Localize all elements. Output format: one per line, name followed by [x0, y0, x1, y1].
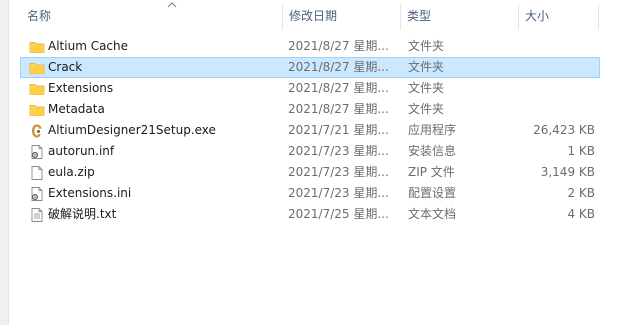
- column-header-date[interactable]: 修改日期: [282, 0, 400, 32]
- file-row[interactable]: Extensions 2021/8/27 星期... 文件夹: [20, 78, 600, 99]
- file-type: 文件夹: [408, 39, 445, 53]
- file-size: [524, 37, 595, 56]
- file-type: 配置设置: [408, 186, 457, 200]
- file-type: 安装信息: [408, 144, 457, 158]
- file-date: 2021/8/27 星期...: [288, 60, 389, 74]
- folder-icon: [29, 102, 45, 118]
- folder-icon: [29, 60, 45, 76]
- column-header-bar: 名称 修改日期 类型 大小: [20, 0, 600, 32]
- settings-file-icon: [29, 186, 45, 202]
- file-date: 2021/7/25 星期...: [288, 207, 389, 221]
- settings-file-icon: [29, 144, 45, 160]
- file-explorer-window: 名称 修改日期 类型 大小 Altium Cache 2021/8/27 星期.…: [0, 0, 634, 325]
- file-date: 2021/7/23 星期...: [288, 186, 389, 200]
- file-row[interactable]: AltiumDesigner21Setup.exe 2021/7/21 星期..…: [20, 120, 600, 141]
- file-size: 4 KB: [567, 207, 595, 221]
- column-divider[interactable]: [598, 4, 599, 30]
- file-date: 2021/7/21 星期...: [288, 123, 389, 137]
- file-date: 2021/7/23 星期...: [288, 144, 389, 158]
- file-row[interactable]: autorun.inf 2021/7/23 星期... 安装信息 1 KB: [20, 141, 600, 162]
- file-name: Extensions.ini: [48, 186, 132, 200]
- folder-icon: [29, 39, 45, 55]
- file-type: 文件夹: [408, 81, 445, 95]
- file-name: Metadata: [48, 102, 105, 116]
- file-size: [524, 79, 595, 98]
- altium-app-icon: [29, 123, 45, 139]
- text-file-icon: [29, 207, 45, 223]
- file-row[interactable]: Altium Cache 2021/8/27 星期... 文件夹: [20, 36, 600, 57]
- file-name: eula.zip: [48, 165, 95, 179]
- file-size: [524, 58, 595, 77]
- file-type: 文件夹: [408, 102, 445, 116]
- file-type: ZIP 文件: [408, 165, 455, 179]
- blank-file-icon: [29, 165, 45, 181]
- file-name: Crack: [48, 60, 83, 74]
- file-list: Altium Cache 2021/8/27 星期... 文件夹 Crack 2…: [20, 36, 600, 225]
- column-header-name[interactable]: 名称: [20, 0, 282, 32]
- file-name: 破解说明.txt: [48, 207, 117, 221]
- file-name: Extensions: [48, 81, 114, 95]
- file-size: 1 KB: [567, 144, 595, 158]
- file-date: 2021/7/23 星期...: [288, 165, 389, 179]
- column-header-size[interactable]: 大小: [518, 0, 598, 32]
- file-size: [524, 100, 595, 119]
- file-type: 文本文档: [408, 207, 457, 221]
- file-name: Altium Cache: [48, 39, 129, 53]
- file-date: 2021/8/27 星期...: [288, 81, 389, 95]
- file-row[interactable]: Extensions.ini 2021/7/23 星期... 配置设置 2 KB: [20, 183, 600, 204]
- file-size: 3,149 KB: [540, 165, 595, 179]
- file-row[interactable]: Metadata 2021/8/27 星期... 文件夹: [20, 99, 600, 120]
- file-row[interactable]: eula.zip 2021/7/23 星期... ZIP 文件 3,149 KB: [20, 162, 600, 183]
- file-date: 2021/8/27 星期...: [288, 102, 389, 116]
- file-row[interactable]: 破解说明.txt 2021/7/25 星期... 文本文档 4 KB: [20, 204, 600, 225]
- column-header-type[interactable]: 类型: [400, 0, 518, 32]
- file-size: 2 KB: [567, 186, 595, 200]
- file-type: 文件夹: [408, 60, 445, 74]
- file-type: 应用程序: [408, 123, 457, 137]
- file-name: autorun.inf: [48, 144, 115, 158]
- file-size: 26,423 KB: [533, 123, 595, 137]
- navigation-pane-edge[interactable]: [0, 0, 9, 325]
- file-date: 2021/8/27 星期...: [288, 39, 389, 53]
- file-name: AltiumDesigner21Setup.exe: [48, 123, 216, 137]
- folder-icon: [29, 81, 45, 97]
- file-row-selected[interactable]: Crack 2021/8/27 星期... 文件夹: [20, 57, 600, 78]
